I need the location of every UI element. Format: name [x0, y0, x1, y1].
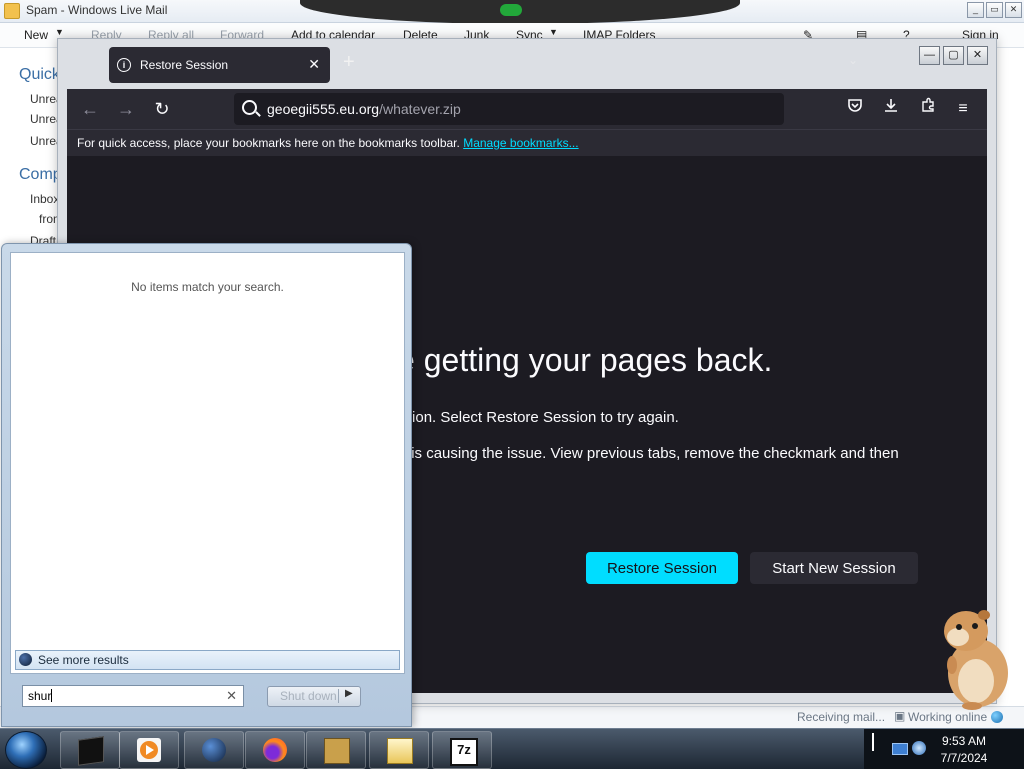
close-icon[interactable]: ✕	[967, 46, 988, 65]
wlm-window-title: Spam - Windows Live Mail	[26, 3, 168, 17]
info-icon: i	[117, 58, 131, 72]
terminal-icon	[78, 736, 104, 766]
no-results-message: No items match your search.	[131, 280, 284, 294]
bookmarks-hint-text: For quick access, place your bookmarks h…	[77, 136, 460, 150]
system-tray: 9:53 AM 7/7/2024	[864, 729, 1024, 769]
search-results-pane: No items match your search. See more res…	[10, 252, 405, 674]
menu-icon[interactable]: ≡	[951, 97, 975, 121]
tab-restore-session[interactable]: i Restore Session ✕	[109, 47, 330, 83]
extensions-icon[interactable]	[916, 97, 940, 121]
url-bar[interactable]: geoegii555.eu.org/whatever.zip	[234, 93, 784, 125]
receiving-status: Receiving mail...	[797, 710, 886, 724]
start-new-session-button[interactable]: Start New Session	[750, 552, 918, 584]
text-caret	[51, 689, 53, 702]
clear-search-icon[interactable]: ✕	[226, 688, 237, 704]
taskbar-item-firefox[interactable]	[245, 731, 305, 769]
firefox-icon	[263, 738, 287, 762]
taskbar-item-box[interactable]	[306, 731, 366, 769]
new-tab-button[interactable]: +	[343, 51, 355, 74]
camera-led-icon	[500, 4, 522, 16]
windows-orb-icon	[19, 653, 32, 666]
url-host: geoegii555.eu.org	[267, 101, 380, 117]
forward-icon[interactable]: →	[114, 97, 138, 121]
url-path: /whatever.zip	[379, 101, 461, 117]
see-more-results-label: See more results	[38, 653, 129, 667]
taskbar-item-browser-globe[interactable]	[184, 731, 244, 769]
mail-icon	[387, 738, 413, 764]
media-player-icon	[137, 738, 161, 762]
pocket-icon[interactable]	[843, 97, 867, 121]
manage-bookmarks-link[interactable]: Manage bookmarks...	[463, 136, 578, 150]
start-menu: No items match your search. See more res…	[1, 243, 412, 727]
search-icon	[242, 100, 257, 115]
shutdown-options-icon[interactable]: ▶	[345, 688, 353, 699]
taskbar-item-media-player[interactable]	[119, 731, 179, 769]
online-status-icon: ▣	[894, 709, 906, 723]
globe-icon	[202, 738, 226, 762]
box-icon	[324, 738, 350, 764]
search-query-text: shur	[28, 689, 53, 703]
shut-down-label: Shut down	[280, 689, 337, 703]
restore-session-button[interactable]: Restore Session	[586, 552, 738, 584]
taskbar-item-cmd[interactable]	[60, 731, 120, 769]
new-button[interactable]: New	[24, 28, 48, 42]
globe-icon	[991, 711, 1004, 723]
mail-app-icon	[4, 3, 20, 19]
see-more-results-button[interactable]: See more results	[15, 650, 400, 670]
bookmarks-toolbar: For quick access, place your bookmarks h…	[67, 129, 987, 156]
divider	[338, 689, 339, 703]
wlm-window-controls: _ ▭ ✕	[967, 2, 1022, 18]
hamster-character-icon	[944, 610, 1008, 710]
wlm-folder-pane: Quick Unrea Unrea Unrea Comp Inbox from …	[0, 48, 63, 248]
network-icon[interactable]	[892, 743, 908, 755]
folder-item-inbox[interactable]: Inbox	[30, 192, 59, 206]
start-button[interactable]	[5, 731, 47, 769]
close-icon[interactable]: ✕	[1005, 2, 1022, 18]
online-status: Working online	[908, 710, 1004, 724]
bookmarks-hint: For quick access, place your bookmarks h…	[77, 136, 579, 150]
chevron-down-icon[interactable]: ▼	[549, 27, 558, 37]
minimize-icon[interactable]: _	[967, 2, 984, 18]
search-query: shur	[28, 689, 52, 703]
minimize-icon[interactable]: —	[919, 46, 940, 65]
url-text[interactable]: geoegii555.eu.org/whatever.zip	[267, 101, 461, 117]
navigation-toolbar: ← → ↻ geoegii555.eu.org/whatever.zip ≡	[67, 89, 987, 129]
show-desktop-divider	[872, 733, 874, 751]
quick-views-header[interactable]: Quick	[19, 66, 60, 84]
clock-date: 7/7/2024	[940, 751, 988, 765]
maximize-icon[interactable]: ▭	[986, 2, 1003, 18]
seven-zip-icon: 7z	[450, 738, 478, 766]
clock[interactable]: 9:53 AM 7/7/2024	[916, 733, 1012, 767]
clock-time: 9:53 AM	[941, 734, 987, 748]
back-icon[interactable]: ←	[78, 97, 102, 121]
taskbar: 7z 9:53 AM 7/7/2024	[0, 728, 1024, 769]
account-header[interactable]: Comp	[19, 166, 62, 184]
start-search-input[interactable]: shur ✕	[22, 685, 244, 707]
close-tab-icon[interactable]: ✕	[308, 56, 320, 73]
taskbar-item-7z[interactable]: 7z	[432, 731, 492, 769]
maximize-icon[interactable]: ▢	[943, 46, 964, 65]
firefox-window-controls: — ▢ ✕	[919, 46, 988, 65]
shut-down-button[interactable]: Shut down ▶	[267, 686, 361, 707]
tab-label: Restore Session	[140, 58, 229, 72]
chevron-down-icon[interactable]: ▼	[55, 27, 64, 37]
downloads-icon[interactable]	[879, 97, 903, 121]
reload-icon[interactable]: ↻	[150, 97, 174, 121]
online-status-label: Working online	[908, 710, 988, 724]
list-tabs-icon[interactable]: ⌄	[848, 53, 858, 67]
taskbar-item-mail[interactable]	[369, 731, 429, 769]
